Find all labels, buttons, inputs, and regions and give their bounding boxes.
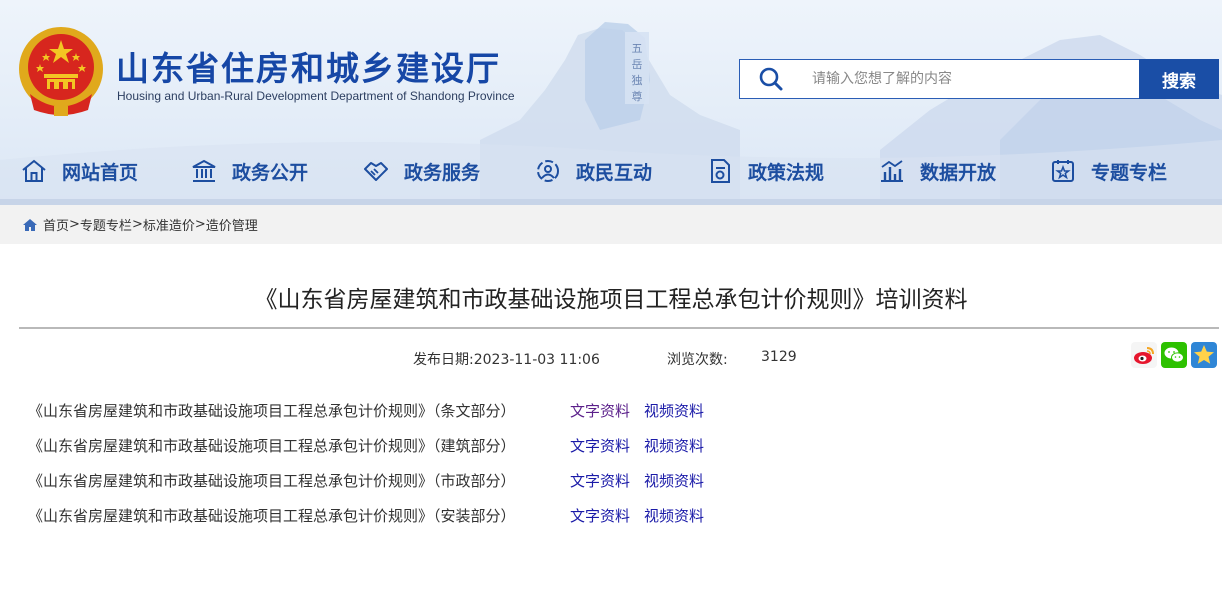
document-icon [704, 155, 736, 187]
views-label: 浏览次数: [667, 352, 728, 368]
video-material-link[interactable]: 视频资料 [644, 435, 704, 456]
site-header: 五 岳 独 尊 山东省住房和城乡建设厅 Housing and Urban-Ru… [0, 0, 1222, 205]
breadcrumb-item-cost-management[interactable]: 造价管理 [206, 215, 258, 234]
document-name: 《山东省房屋建筑和市政基础设施项目工程总承包计价规则》（条文部分） [28, 402, 516, 420]
column-icon [1047, 155, 1079, 187]
nav-item-policies-regulations[interactable]: 政策法规 [704, 143, 824, 199]
list-item: 《山东省房屋建筑和市政基础设施项目工程总承包计价规则》（市政部分） 文字资料 视… [28, 463, 928, 498]
text-material-link[interactable]: 文字资料 [570, 505, 630, 526]
search-box [739, 59, 1140, 99]
text-material-link[interactable]: 文字资料 [570, 435, 630, 456]
breadcrumb-separator: > [131, 217, 143, 232]
publish-date: 发布日期:2023-11-03 11:06 [413, 349, 600, 369]
site-title[interactable]: 山东省住房和城乡建设厅 [116, 42, 501, 90]
nav-item-label: 政务服务 [404, 161, 481, 184]
breadcrumb-item-home[interactable]: 首页 [43, 215, 69, 234]
video-material-link[interactable]: 视频资料 [644, 400, 704, 421]
breadcrumb-separator: > [194, 217, 206, 232]
title-divider [19, 327, 1219, 329]
nav-item-label: 网站首页 [62, 161, 139, 184]
nav-item-special-columns[interactable]: 专题专栏 [1047, 143, 1167, 199]
handshake-icon [360, 155, 392, 187]
nav-item-label: 政策法规 [748, 161, 825, 184]
nav-item-government-affairs[interactable]: 政务公开 [188, 143, 308, 199]
national-emblem-logo [19, 27, 103, 116]
search-button[interactable]: 搜索 [1139, 59, 1219, 99]
document-name: 《山东省房屋建筑和市政基础设施项目工程总承包计价规则》（安装部分） [28, 507, 516, 525]
nav-item-government-services[interactable]: 政务服务 [360, 143, 480, 199]
text-material-link[interactable]: 文字资料 [570, 400, 630, 421]
nav-item-label: 数据开放 [920, 161, 997, 184]
site-subtitle: Housing and Urban-Rural Development Depa… [117, 89, 515, 103]
nav-item-public-interaction[interactable]: 政民互动 [532, 143, 652, 199]
search-icon [740, 60, 802, 98]
nav-item-open-data[interactable]: 数据开放 [876, 143, 996, 199]
svg-text:五: 五 [632, 42, 643, 55]
article-title: 《山东省房屋建筑和市政基础设施项目工程总承包计价规则》培训资料 [254, 287, 968, 313]
nav-item-home[interactable]: 网站首页 [18, 143, 138, 199]
svg-text:岳: 岳 [632, 58, 643, 71]
home-icon [18, 155, 50, 187]
article-meta: 发布日期:2023-11-03 11:06 浏览次数: 3129 [0, 347, 1222, 369]
breadcrumb-separator: > [69, 217, 80, 232]
breadcrumb-item-special-columns[interactable]: 专题专栏 [80, 215, 132, 234]
text-material-link[interactable]: 文字资料 [570, 470, 630, 491]
main-nav: 网站首页 政务公开 政务服务 政民互动 政策法规 数据开放 专题专栏 [0, 143, 1222, 199]
home-icon [23, 218, 37, 231]
video-material-link[interactable]: 视频资料 [644, 505, 704, 526]
views-count: 3129 [761, 349, 797, 365]
weibo-icon[interactable] [1131, 342, 1157, 368]
list-item: 《山东省房屋建筑和市政基础设施项目工程总承包计价规则》（安装部分） 文字资料 视… [28, 498, 928, 533]
nav-item-label: 政民互动 [576, 161, 653, 184]
publish-date-label: 发布日期: [413, 352, 474, 368]
svg-text:尊: 尊 [632, 89, 643, 103]
search-input[interactable] [802, 61, 1140, 97]
government-building-icon [188, 155, 220, 187]
svg-text:独: 独 [632, 74, 643, 87]
document-name: 《山东省房屋建筑和市政基础设施项目工程总承包计价规则》（建筑部分） [28, 437, 516, 455]
publish-date-value: 2023-11-03 11:06 [473, 352, 600, 368]
nav-item-label: 专题专栏 [1091, 161, 1168, 184]
favorite-star-icon[interactable] [1191, 342, 1217, 368]
interaction-icon [532, 155, 564, 187]
document-name: 《山东省房屋建筑和市政基础设施项目工程总承包计价规则》（市政部分） [28, 472, 516, 490]
list-item: 《山东省房屋建筑和市政基础设施项目工程总承包计价规则》（建筑部分） 文字资料 视… [28, 428, 928, 463]
wechat-icon[interactable] [1161, 342, 1187, 368]
breadcrumb-item-standard-cost[interactable]: 标准造价 [143, 215, 195, 234]
breadcrumb: 首页 > 专题专栏 > 标准造价 > 造价管理 [0, 205, 1222, 244]
video-material-link[interactable]: 视频资料 [644, 470, 704, 491]
data-chart-icon [876, 155, 908, 187]
list-item: 《山东省房屋建筑和市政基础设施项目工程总承包计价规则》（条文部分） 文字资料 视… [28, 393, 928, 428]
document-list: 《山东省房屋建筑和市政基础设施项目工程总承包计价规则》（条文部分） 文字资料 视… [28, 393, 928, 533]
nav-item-label: 政务公开 [232, 161, 309, 184]
